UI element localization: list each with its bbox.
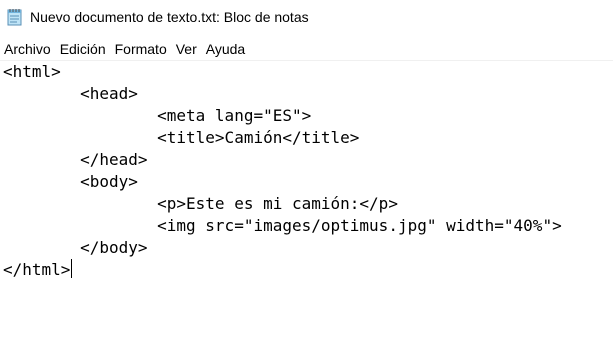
notepad-icon xyxy=(6,8,24,26)
menu-bar: Archivo Edición Formato Ver Ayuda xyxy=(0,38,613,60)
menu-formato[interactable]: Formato xyxy=(111,39,172,59)
menu-archivo[interactable]: Archivo xyxy=(0,39,56,59)
code-line-10: </html> xyxy=(3,259,73,281)
notepad-window: Nuevo documento de texto.txt: Bloc de no… xyxy=(0,0,613,342)
code-line-5: </head> xyxy=(3,150,148,169)
title-bar[interactable]: Nuevo documento de texto.txt: Bloc de no… xyxy=(0,0,613,34)
menu-ver[interactable]: Ver xyxy=(172,39,202,59)
menu-ayuda[interactable]: Ayuda xyxy=(202,39,250,59)
text-caret xyxy=(71,259,73,278)
text-editor-area[interactable]: <html> <head> <meta lang="ES"> <title>Ca… xyxy=(0,61,613,342)
code-line-9: </body> xyxy=(3,238,148,257)
code-line-8: <img src="images/optimus.jpg" width="40%… xyxy=(3,216,562,235)
code-line-1: <html> xyxy=(3,62,61,81)
code-line-4: <title>Camión</title> xyxy=(3,128,360,147)
code-line-7: <p>Este es mi camión:</p> xyxy=(3,194,398,213)
code-line-3: <meta lang="ES"> xyxy=(3,106,312,125)
code-line-2: <head> xyxy=(3,84,138,103)
menu-edicion[interactable]: Edición xyxy=(56,39,111,59)
code-line-6: <body> xyxy=(3,172,138,191)
code-line-10-text: </html> xyxy=(3,260,71,279)
window-title: Nuevo documento de texto.txt: Bloc de no… xyxy=(30,9,309,25)
